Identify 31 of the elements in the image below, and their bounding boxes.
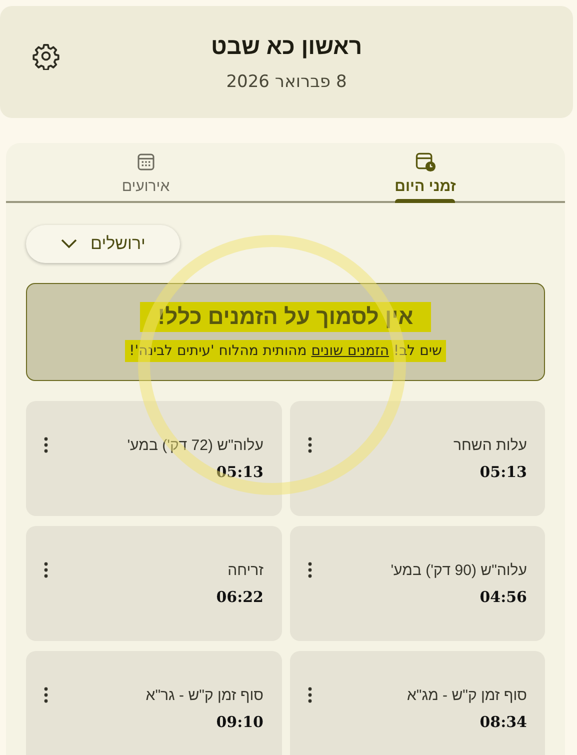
day-title: ראשון כא שבט	[210, 32, 362, 60]
time-name: עלוה"ש (72 דק') במע'	[127, 437, 264, 454]
more-icon	[308, 562, 312, 578]
time-value: 04:56	[480, 588, 527, 606]
tab[interactable]: זמני היום	[286, 143, 565, 201]
gregorian-date: 8 פברואר 2026	[226, 72, 347, 92]
differences-link[interactable]: הזמנים שונים	[311, 343, 389, 359]
more-icon	[44, 437, 48, 453]
location-dropdown[interactable]: ירושלים	[26, 225, 180, 263]
more-icon	[308, 437, 312, 453]
more-icon	[308, 687, 312, 703]
warning-note: שים לב! הזמנים שונים מהותית מהלוח 'עיתים לבינה'!	[125, 340, 446, 362]
time-value: 06:22	[216, 588, 264, 606]
time-name: סוף זמן ק"ש - מג"א	[406, 687, 527, 704]
tab[interactable]: אירועים	[6, 143, 286, 201]
time-value: 05:13	[480, 463, 527, 481]
more-icon	[44, 562, 48, 578]
time-name: עלוה"ש (90 דק') במע'	[390, 562, 527, 579]
chevron-down-icon	[60, 239, 77, 249]
time-value: 05:13	[216, 463, 264, 481]
settings-button[interactable]	[32, 42, 60, 70]
time-name: סוף זמן ק"ש - גר"א	[146, 687, 264, 704]
warning-title: אין לסמוך על הזמנים כלל!	[140, 302, 432, 332]
time-value: 09:10	[216, 713, 264, 731]
time-name: עלות השחר	[454, 437, 527, 454]
time-name: זריחה	[228, 562, 264, 579]
settings-icon	[32, 42, 60, 70]
more-icon	[44, 687, 48, 703]
calendar-icon	[136, 152, 156, 172]
time-value: 08:34	[480, 713, 527, 731]
calendar-clock-icon	[414, 150, 436, 172]
